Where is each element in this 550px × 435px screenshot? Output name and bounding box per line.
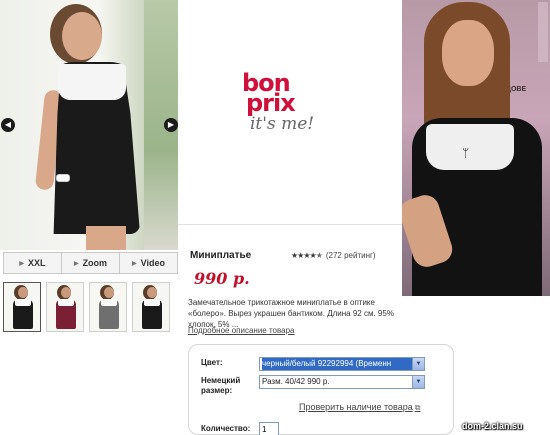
bonprix-logo: bon prix it's me! xyxy=(242,71,342,135)
thumbnail-model-head xyxy=(18,287,28,298)
quantity-label: Количество: xyxy=(201,424,251,433)
full-description-link[interactable]: Подробное описание товара xyxy=(188,326,295,335)
video-button-label: Video xyxy=(140,258,165,268)
logo-prix: prix xyxy=(246,89,296,117)
celebrity-photo: ДОВЕ ᛘ xyxy=(402,0,550,296)
person-dress-top xyxy=(426,124,514,170)
size-select-value: Разм. 40/42 990 р. xyxy=(262,377,330,386)
size-select[interactable]: Разм. 40/42 990 р. ▼ xyxy=(259,375,425,389)
next-photo-arrow-icon[interactable]: ▶ xyxy=(164,118,178,132)
check-availability-link[interactable]: Проверить наличие товара ⧉ xyxy=(299,402,420,413)
thumbnail-dress-top xyxy=(58,299,74,306)
color-label: Цвет: xyxy=(201,358,223,367)
photo-toolbar: ▶ XXL ▶ Zoom ▶ Video xyxy=(3,252,178,274)
color-select[interactable]: черный/белый 92292994 (Временн ▼ xyxy=(259,357,425,371)
thumbnail-grey[interactable] xyxy=(89,282,127,332)
thumbnail-dress-top xyxy=(101,299,117,306)
site-watermark: dom-2.clan.su xyxy=(462,421,523,431)
thumbnail-strip xyxy=(3,282,179,332)
triangle-right-icon: ▶ xyxy=(132,260,137,267)
model-legs xyxy=(86,226,126,250)
check-availability-label: Проверить наличие товара xyxy=(299,402,413,412)
video-button[interactable]: ▶ Video xyxy=(120,253,177,273)
product-price: 990 р. xyxy=(194,269,250,288)
model-bracelet xyxy=(56,174,70,182)
zoom-button[interactable]: ▶ Zoom xyxy=(62,253,120,273)
triangle-right-icon: ▶ xyxy=(73,260,79,267)
thumbnail-model-head xyxy=(61,287,71,298)
product-rating[interactable]: ★★★★★ (272 рейтинг) xyxy=(291,251,376,260)
thumbnail-dress-top xyxy=(144,299,160,306)
rating-count: (272 рейтинг) xyxy=(325,251,376,260)
logo-slogan: it's me! xyxy=(250,114,315,134)
order-options-box: Цвет: черный/белый 92292994 (Временн ▼ Н… xyxy=(188,344,454,435)
thumbnail-model-head xyxy=(104,287,114,298)
thumbnail-black[interactable] xyxy=(3,282,41,332)
thumbnail-model-head xyxy=(147,287,157,298)
thumbnail-dress-top xyxy=(15,299,31,306)
quantity-input[interactable] xyxy=(259,422,279,435)
model-dress-top xyxy=(58,64,126,100)
product-main-photo xyxy=(0,0,178,250)
bow-icon: ᛘ xyxy=(462,146,470,160)
model-head xyxy=(62,12,102,60)
thumbnail-black-alt[interactable] xyxy=(132,282,170,332)
chevron-down-icon[interactable]: ▼ xyxy=(412,376,424,388)
external-link-icon: ⧉ xyxy=(414,403,421,412)
brand-logo-panel: bon prix it's me! xyxy=(178,0,402,225)
triangle-right-icon: ▶ xyxy=(19,260,25,267)
zoom-button-label: Zoom xyxy=(82,258,108,268)
chevron-down-icon[interactable]: ▼ xyxy=(412,358,424,370)
thumbnail-burgundy[interactable] xyxy=(46,282,84,332)
previous-photo-arrow-icon[interactable]: ◀ xyxy=(1,118,15,132)
size-label: Немецкий размер: xyxy=(201,376,241,395)
product-title: Миниплатье xyxy=(190,250,252,261)
person-face xyxy=(442,20,494,86)
background-screen xyxy=(538,2,548,62)
star-rating-icon: ★★★★★ xyxy=(291,251,323,260)
color-select-value: черный/белый 92292994 (Временн xyxy=(262,358,412,370)
xxl-button[interactable]: ▶ XXL xyxy=(4,253,62,273)
xxl-button-label: XXL xyxy=(28,258,46,268)
